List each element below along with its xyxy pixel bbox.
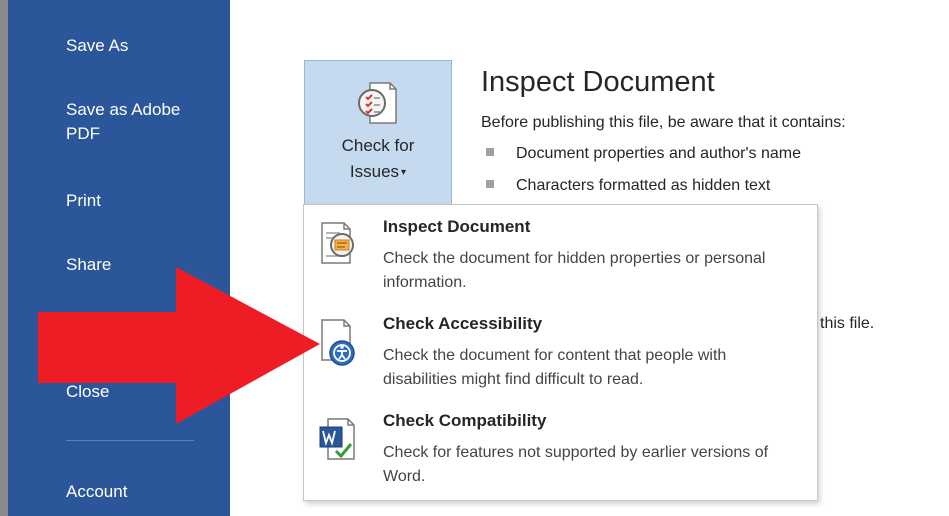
nav-print[interactable]: Print: [66, 189, 101, 213]
check-for-issues-label: Check for Issues ▾: [305, 133, 451, 186]
inspect-section-description: Before publishing this file, be aware th…: [481, 114, 846, 131]
menu-item-inspect-document[interactable]: Inspect Document Check the document for …: [304, 205, 817, 301]
bullet-square-icon: [486, 179, 494, 188]
menu-item-check-accessibility[interactable]: Check Accessibility Check the document f…: [304, 302, 817, 398]
bullet-square-icon: [486, 147, 494, 156]
issues-label-line1: Check for: [341, 136, 415, 155]
menu-item-description: Check the document for hidden properties…: [383, 250, 766, 291]
issues-label-line2: Issues ▾: [305, 159, 451, 186]
menu-item-title: Check Compatibility: [383, 411, 547, 430]
menu-item-title: Inspect Document: [383, 217, 531, 236]
sidebar-divider: [66, 440, 194, 441]
partially-hidden-text: this file.: [820, 315, 875, 332]
inspect-bullet-item: Document properties and author's name: [486, 145, 801, 163]
chevron-down-icon: ▾: [401, 166, 407, 178]
accessibility-icon: [318, 316, 358, 373]
nav-share[interactable]: Share: [66, 253, 111, 277]
menu-item-title: Check Accessibility: [383, 314, 543, 333]
menu-item-check-compatibility[interactable]: Check Compatibility Check for features n…: [304, 399, 817, 495]
inspect-bullet-text: Characters formatted as hidden text: [516, 177, 771, 194]
word-backstage-info: Save As Save as Adobe PDF Print Share Cl…: [0, 0, 949, 516]
nav-close[interactable]: Close: [66, 380, 109, 404]
window-edge-strip: [0, 0, 8, 516]
compatibility-icon: [318, 413, 358, 470]
issues-label-text: Issues: [349, 162, 400, 181]
menu-item-description: Check for features not supported by earl…: [383, 444, 769, 485]
inspect-checklist-icon: [356, 79, 400, 132]
menu-item-description: Check the document for content that peop…: [383, 347, 727, 388]
inspect-bullet-text: Document properties and author's name: [516, 145, 801, 162]
inspect-document-icon: [318, 219, 358, 272]
check-for-issues-menu: Inspect Document Check the document for …: [303, 204, 818, 501]
inspect-section-title: Inspect Document: [481, 66, 715, 98]
nav-save-as-adobe-pdf[interactable]: Save as Adobe PDF: [66, 98, 206, 146]
check-for-issues-button[interactable]: Check for Issues ▾: [304, 60, 452, 206]
inspect-bullet-item: Characters formatted as hidden text: [486, 177, 770, 195]
nav-account[interactable]: Account: [66, 480, 127, 504]
nav-save-as[interactable]: Save As: [66, 34, 128, 58]
backstage-sidebar: Save As Save as Adobe PDF Print Share Cl…: [8, 0, 230, 516]
